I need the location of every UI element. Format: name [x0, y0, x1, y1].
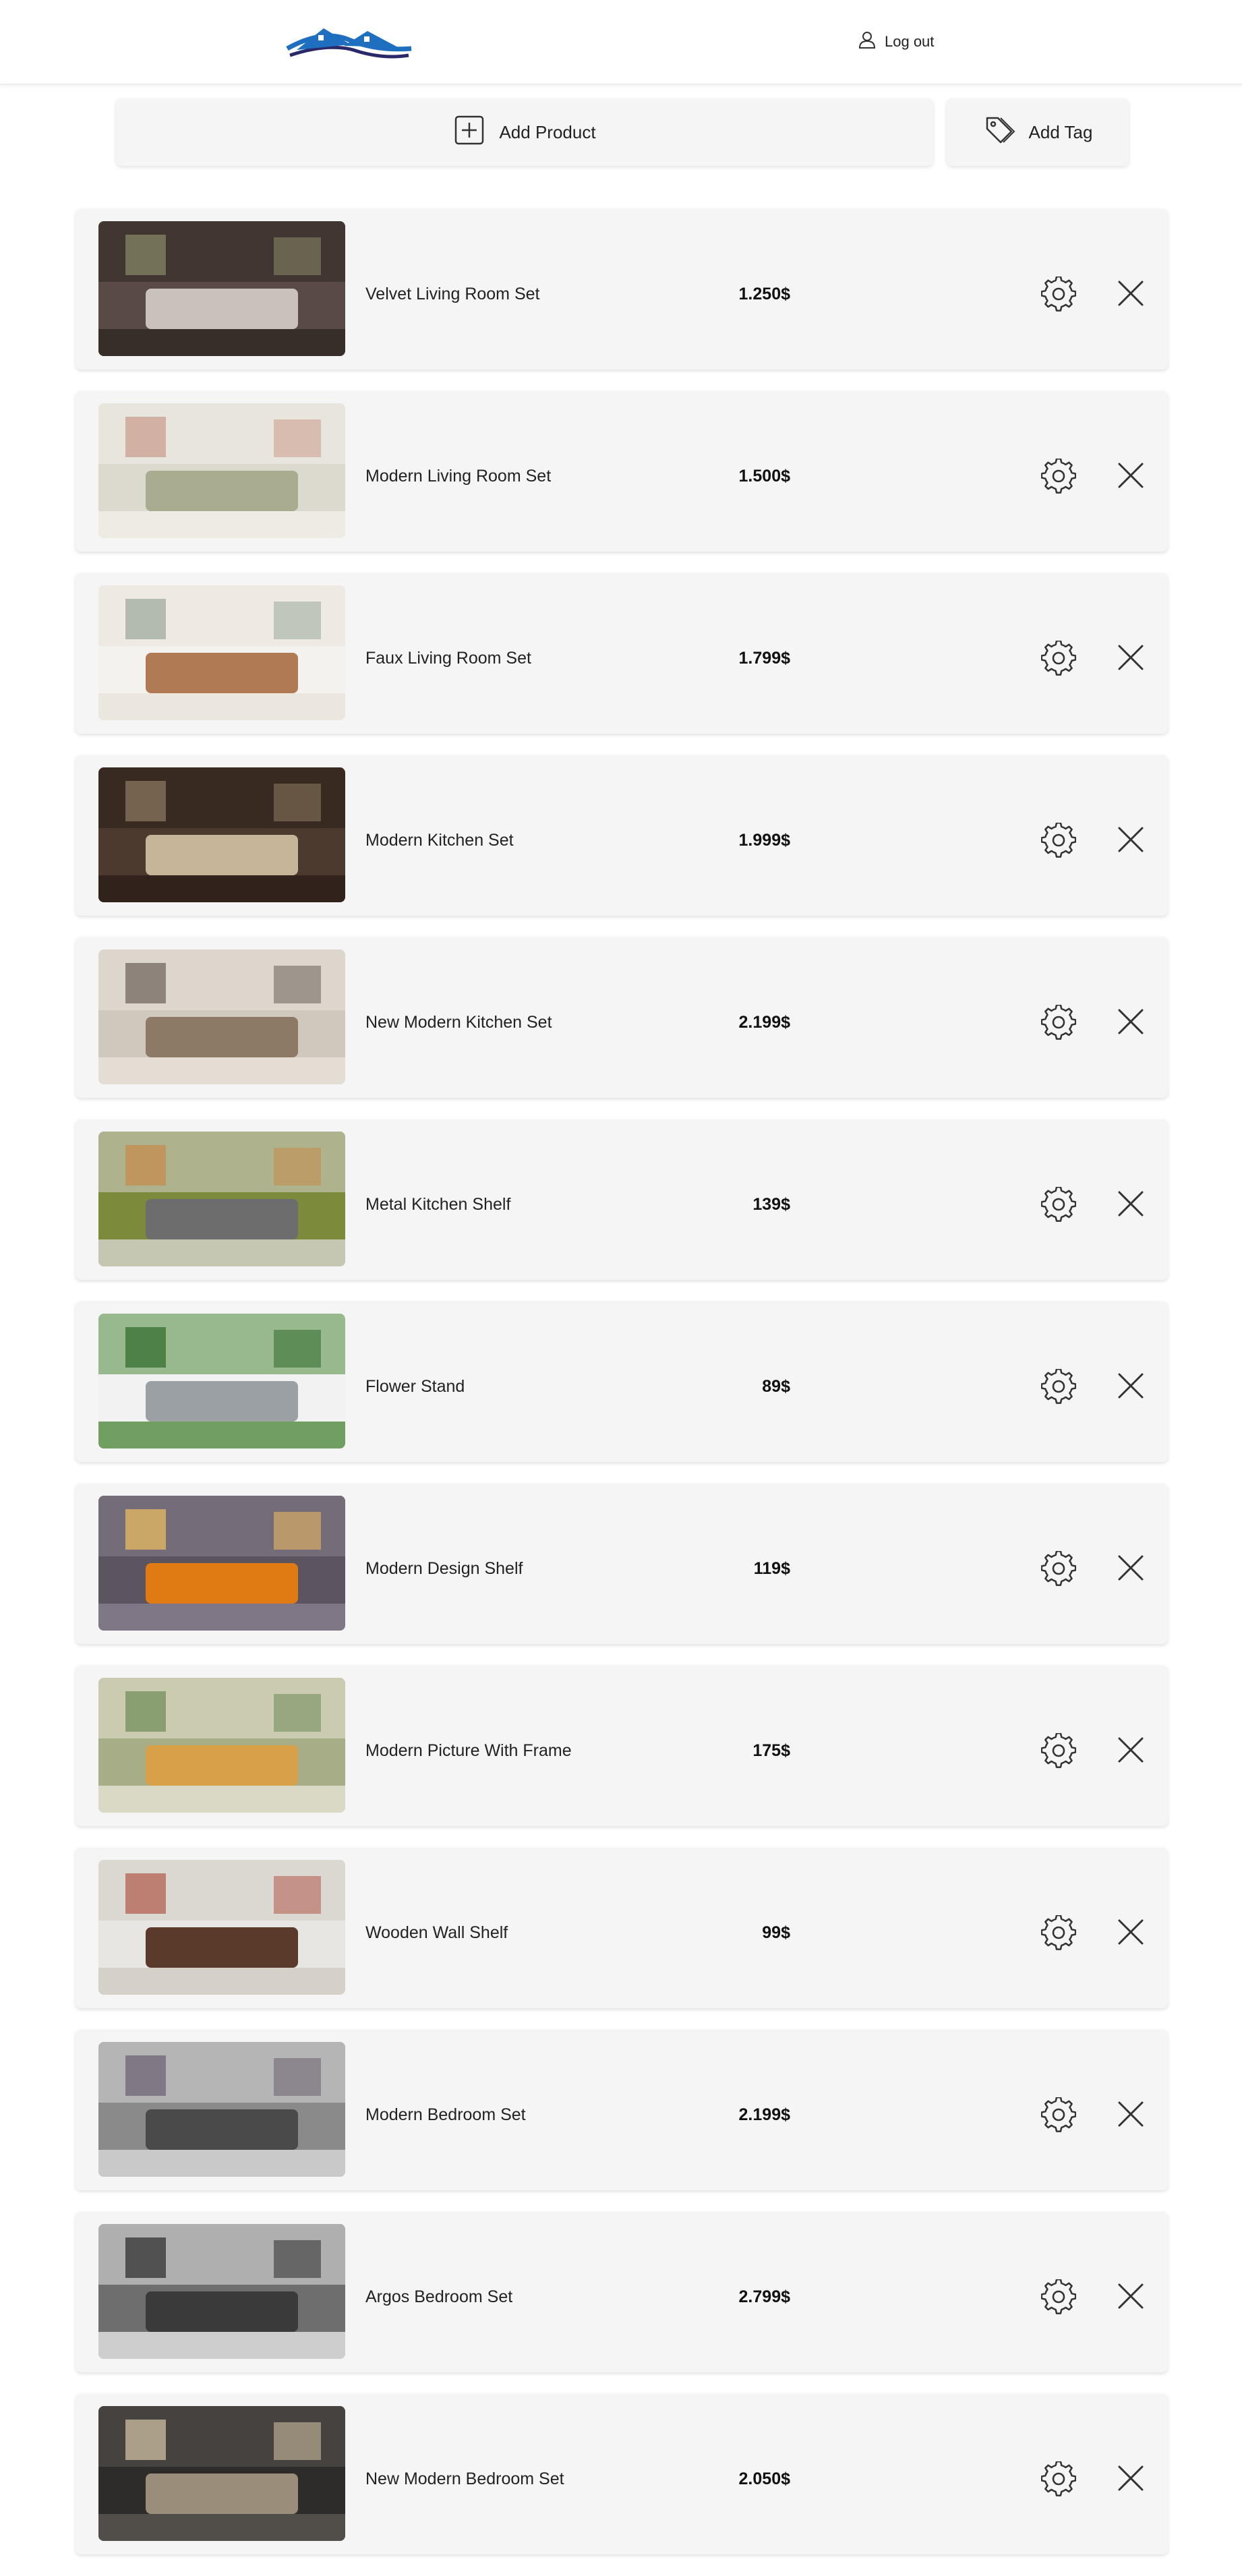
- delete-icon[interactable]: [1114, 1005, 1148, 1038]
- gear-icon[interactable]: [1040, 821, 1077, 858]
- product-price: 139$: [752, 1195, 790, 1214]
- delete-icon[interactable]: [1114, 823, 1148, 856]
- gear-icon[interactable]: [1040, 2096, 1077, 2132]
- product-image: [98, 403, 345, 538]
- product-card: Modern Picture With Frame 175$: [76, 1666, 1168, 1826]
- delete-icon[interactable]: [1114, 1369, 1148, 1403]
- product-image: [98, 2042, 345, 2177]
- logout-label: Log out: [885, 33, 935, 50]
- product-image: [98, 2406, 345, 2541]
- user-icon: [858, 30, 877, 53]
- delete-icon[interactable]: [1114, 1551, 1148, 1585]
- gear-icon[interactable]: [1040, 1550, 1077, 1586]
- gear-icon[interactable]: [1040, 1185, 1077, 1222]
- gear-icon[interactable]: [1040, 1368, 1077, 1404]
- product-name: Modern Living Room Set: [365, 467, 552, 486]
- product-price: 119$: [753, 1559, 790, 1578]
- delete-icon[interactable]: [1114, 276, 1148, 310]
- gear-icon[interactable]: [1040, 2278, 1077, 2314]
- product-name: Modern Bedroom Set: [365, 2105, 526, 2124]
- house-roof-logo[interactable]: [283, 22, 415, 62]
- tag-icon: [983, 114, 1015, 151]
- product-name: Metal Kitchen Shelf: [365, 1195, 511, 1214]
- product-card: Metal Kitchen Shelf 139$: [76, 1119, 1168, 1280]
- gear-icon[interactable]: [1040, 1914, 1077, 1950]
- product-price: 2.050$: [738, 2469, 790, 2488]
- gear-icon[interactable]: [1040, 457, 1077, 494]
- add-tag-button[interactable]: Add Tag: [947, 98, 1129, 166]
- add-tag-label: Add Tag: [1028, 121, 1093, 142]
- gear-icon[interactable]: [1040, 275, 1077, 312]
- product-image: [98, 2224, 345, 2359]
- delete-icon[interactable]: [1114, 1915, 1148, 1949]
- product-price: 1.500$: [738, 467, 790, 486]
- product-card: Modern Bedroom Set 2.199$: [76, 2030, 1168, 2190]
- product-card: Modern Kitchen Set 1.999$: [76, 755, 1168, 916]
- product-card: Velvet Living Room Set 1.250$: [76, 209, 1168, 370]
- product-price: 2.199$: [738, 2105, 790, 2124]
- product-list: Velvet Living Room Set 1.250$ Modern Liv…: [76, 209, 1168, 2576]
- product-card: New Modern Bedroom Set 2.050$: [76, 2394, 1168, 2554]
- gear-icon[interactable]: [1040, 639, 1077, 676]
- product-name: Argos Bedroom Set: [365, 2287, 513, 2306]
- gear-icon[interactable]: [1040, 1003, 1077, 1040]
- product-price: 99$: [762, 1923, 790, 1942]
- product-image: [98, 1860, 345, 1995]
- logout-button[interactable]: Log out: [858, 30, 934, 54]
- product-card: Modern Living Room Set 1.500$: [76, 391, 1168, 552]
- product-name: Wooden Wall Shelf: [365, 1923, 508, 1942]
- product-price: 1.999$: [738, 831, 790, 850]
- delete-icon[interactable]: [1114, 641, 1148, 674]
- delete-icon[interactable]: [1114, 1733, 1148, 1767]
- product-name: Flower Stand: [365, 1377, 465, 1396]
- delete-icon[interactable]: [1114, 2097, 1148, 2131]
- product-image: [98, 949, 345, 1084]
- product-image: [98, 1678, 345, 1813]
- plus-square-icon: [453, 114, 485, 151]
- delete-icon[interactable]: [1114, 1187, 1148, 1221]
- product-image: [98, 585, 345, 720]
- product-image: [98, 1132, 345, 1266]
- product-image: [98, 221, 345, 356]
- delete-icon[interactable]: [1114, 459, 1148, 492]
- product-price: 175$: [752, 1741, 790, 1760]
- product-name: Modern Picture With Frame: [365, 1741, 572, 1760]
- product-name: New Modern Bedroom Set: [365, 2469, 564, 2488]
- add-product-button[interactable]: Add Product: [116, 98, 933, 166]
- product-price: 89$: [762, 1377, 790, 1396]
- product-name: Velvet Living Room Set: [365, 285, 540, 303]
- product-card: Modern Design Shelf 119$: [76, 1484, 1168, 1644]
- product-name: Modern Design Shelf: [365, 1559, 523, 1578]
- product-name: Modern Kitchen Set: [365, 831, 514, 850]
- product-card: Wooden Wall Shelf 99$: [76, 1848, 1168, 2008]
- top-navbar: Log out: [0, 0, 1242, 85]
- product-image: [98, 1496, 345, 1631]
- gear-icon[interactable]: [1040, 2460, 1077, 2496]
- product-card: Argos Bedroom Set 2.799$: [76, 2212, 1168, 2372]
- add-product-label: Add Product: [499, 121, 596, 142]
- delete-icon[interactable]: [1114, 2461, 1148, 2495]
- product-card: Flower Stand 89$: [76, 1301, 1168, 1462]
- gear-icon[interactable]: [1040, 1732, 1077, 1768]
- product-price: 2.799$: [738, 2287, 790, 2306]
- product-image: [98, 767, 345, 902]
- product-price: 2.199$: [738, 1013, 790, 1032]
- product-price: 1.250$: [738, 285, 790, 303]
- product-card: New Modern Kitchen Set 2.199$: [76, 937, 1168, 1098]
- delete-icon[interactable]: [1114, 2279, 1148, 2313]
- product-name: New Modern Kitchen Set: [365, 1013, 552, 1032]
- product-price: 1.799$: [738, 649, 790, 668]
- product-card: Faux Living Room Set 1.799$: [76, 573, 1168, 734]
- product-image: [98, 1314, 345, 1448]
- product-name: Faux Living Room Set: [365, 649, 531, 668]
